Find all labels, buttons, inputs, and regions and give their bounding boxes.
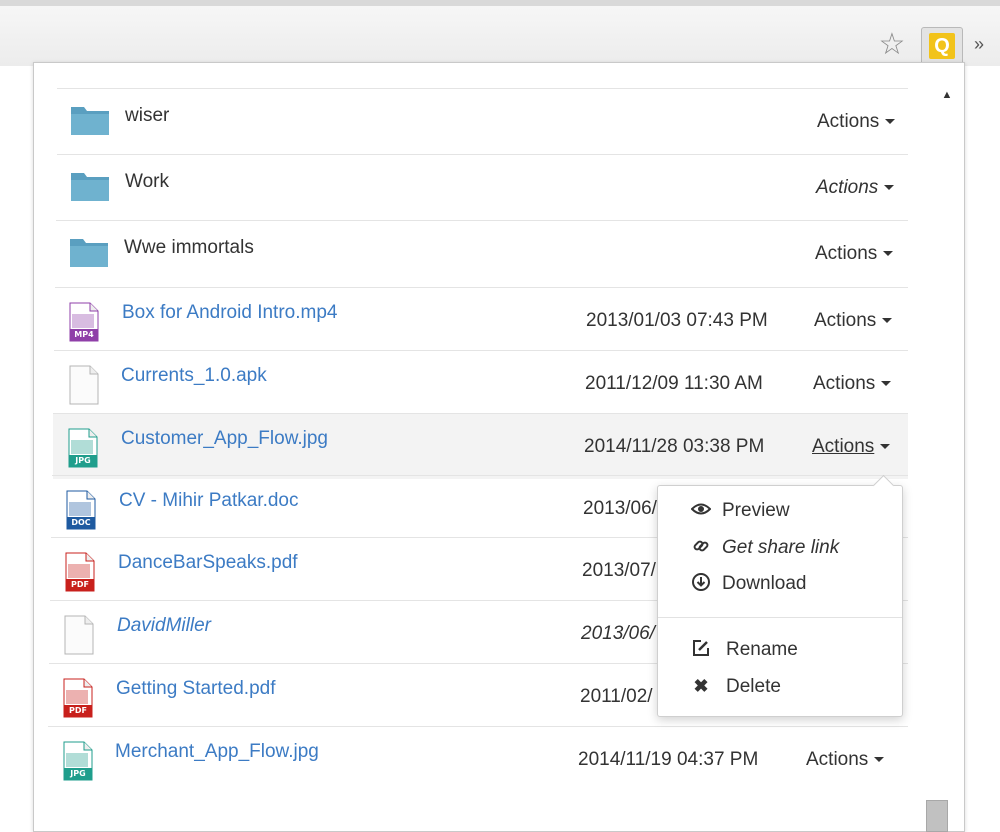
actions-label: Actions <box>814 310 877 331</box>
mp4-file-icon: MP4 <box>68 302 108 342</box>
file-row[interactable]: MP4 Box for Android Intro.mp4 2013/01/03 0… <box>55 287 908 353</box>
menu-item-delete[interactable]: ✖ Delete <box>658 670 902 704</box>
menu-item-label: Preview <box>722 500 790 521</box>
modified-date: 2014/11/28 03:38 PM <box>584 436 765 457</box>
folder-row[interactable]: wiser Actions <box>57 88 908 154</box>
folder-name[interactable]: Wwe immortals <box>124 237 254 259</box>
actions-label: Actions <box>806 749 869 770</box>
file-name-link[interactable]: Currents_1.0.apk <box>121 365 267 387</box>
caret-down-icon <box>880 444 891 450</box>
file-name-link[interactable]: DanceBarSpeaks.pdf <box>118 552 298 574</box>
actions-dropdown-button[interactable]: Actions <box>806 749 885 771</box>
eye-icon <box>690 500 712 521</box>
file-name-link[interactable]: Merchant_App_Flow.jpg <box>115 741 319 763</box>
file-name-link[interactable]: DavidMiller <box>117 615 211 637</box>
file-name-link[interactable]: Customer_App_Flow.jpg <box>121 428 328 450</box>
file-type-label: MP4 <box>74 330 94 339</box>
pdf-file-icon: PDF <box>64 552 104 592</box>
modified-date: 2013/07/ <box>582 560 656 581</box>
file-row[interactable]: JPG Merchant_App_Flow.jpg 2014/11/19 04:37… <box>48 726 908 792</box>
jpg-file-icon: JPG <box>62 741 102 781</box>
actions-dropdown-button[interactable]: Actions <box>816 177 895 199</box>
actions-label: Actions <box>815 243 878 264</box>
download-icon <box>690 573 712 596</box>
file-type-label: DOC <box>71 518 91 527</box>
menu-divider <box>658 617 902 618</box>
modified-date: 2013/01/03 07:43 PM <box>586 310 768 331</box>
caret-down-icon <box>882 318 893 324</box>
scrollbar-thumb[interactable] <box>926 800 948 832</box>
file-type-label: PDF <box>69 706 87 715</box>
menu-item-label: Get share link <box>722 537 840 558</box>
scroll-up-arrow-icon[interactable]: ▲ <box>940 88 954 102</box>
link-icon <box>690 537 712 560</box>
file-type-label: PDF <box>71 580 89 589</box>
caret-down-icon <box>874 757 885 763</box>
folder-row[interactable]: Work Actions <box>57 154 908 220</box>
folder-icon <box>70 103 110 143</box>
file-name-link[interactable]: Box for Android Intro.mp4 <box>122 302 337 324</box>
browser-toolbar: ☆ Q » <box>0 0 1000 67</box>
modified-date: 2013/06/ <box>583 498 657 519</box>
actions-dropdown-button[interactable]: Actions <box>813 373 892 395</box>
pdf-file-icon: PDF <box>62 678 102 718</box>
file-row[interactable]: JPG Customer_App_Flow.jpg 2014/11/28 03:38… <box>53 413 908 479</box>
actions-label: Actions <box>816 177 879 198</box>
generic-file-icon <box>68 365 108 405</box>
menu-item-rename[interactable]: Rename <box>658 633 902 667</box>
menu-item-label: Delete <box>726 676 781 697</box>
extension-button[interactable]: Q <box>921 27 963 67</box>
modified-date: 2013/06/ <box>581 623 655 644</box>
actions-dropdown-menu: Preview Get share link Download Rename ✖… <box>657 474 903 717</box>
file-type-label: JPG <box>70 769 86 778</box>
actions-label: Actions <box>813 373 876 394</box>
menu-item-label: Rename <box>726 639 798 660</box>
edit-icon <box>690 639 712 662</box>
file-name-link[interactable]: Getting Started.pdf <box>116 678 276 700</box>
menu-item-label: Download <box>722 573 807 594</box>
menu-item-get-share-link[interactable]: Get share link <box>658 531 902 565</box>
caret-down-icon <box>881 381 892 387</box>
file-name-link[interactable]: CV - Mihir Patkar.doc <box>119 490 299 512</box>
actions-dropdown-button[interactable]: Actions <box>814 310 893 332</box>
file-type-label: JPG <box>75 456 91 465</box>
caret-down-icon <box>883 251 894 257</box>
folder-row[interactable]: Wwe immortals Actions <box>56 220 908 286</box>
toolbar-top-border <box>0 0 1000 6</box>
folder-icon <box>69 235 109 275</box>
actions-dropdown-button[interactable]: Actions <box>815 243 894 265</box>
actions-label: Actions <box>812 436 875 457</box>
close-icon: ✖ <box>693 676 709 696</box>
folder-name[interactable]: Work <box>125 171 169 193</box>
jpg-file-icon: JPG <box>67 428 107 468</box>
actions-dropdown-button[interactable]: Actions <box>812 436 891 458</box>
extension-logo-icon: Q <box>929 33 955 59</box>
menu-item-preview[interactable]: Preview <box>658 494 902 528</box>
folder-icon <box>70 169 110 209</box>
actions-label: Actions <box>817 111 880 132</box>
actions-dropdown-button[interactable]: Actions <box>817 111 896 133</box>
doc-file-icon: DOC <box>65 490 105 530</box>
generic-file-icon <box>63 615 103 655</box>
menu-item-download[interactable]: Download <box>658 567 902 601</box>
bookmark-star-icon[interactable]: ☆ <box>876 29 908 61</box>
file-row[interactable]: Currents_1.0.apk 2011/12/09 11:30 AM Actio… <box>54 350 908 416</box>
modified-date: 2014/11/19 04:37 PM <box>578 749 759 770</box>
more-extensions-chevron-icon[interactable]: » <box>974 34 984 55</box>
folder-name[interactable]: wiser <box>125 105 169 127</box>
modified-date: 2011/12/09 11:30 AM <box>585 373 763 394</box>
caret-down-icon <box>885 119 896 125</box>
caret-down-icon <box>884 185 895 191</box>
modified-date: 2011/02/ <box>580 686 653 707</box>
